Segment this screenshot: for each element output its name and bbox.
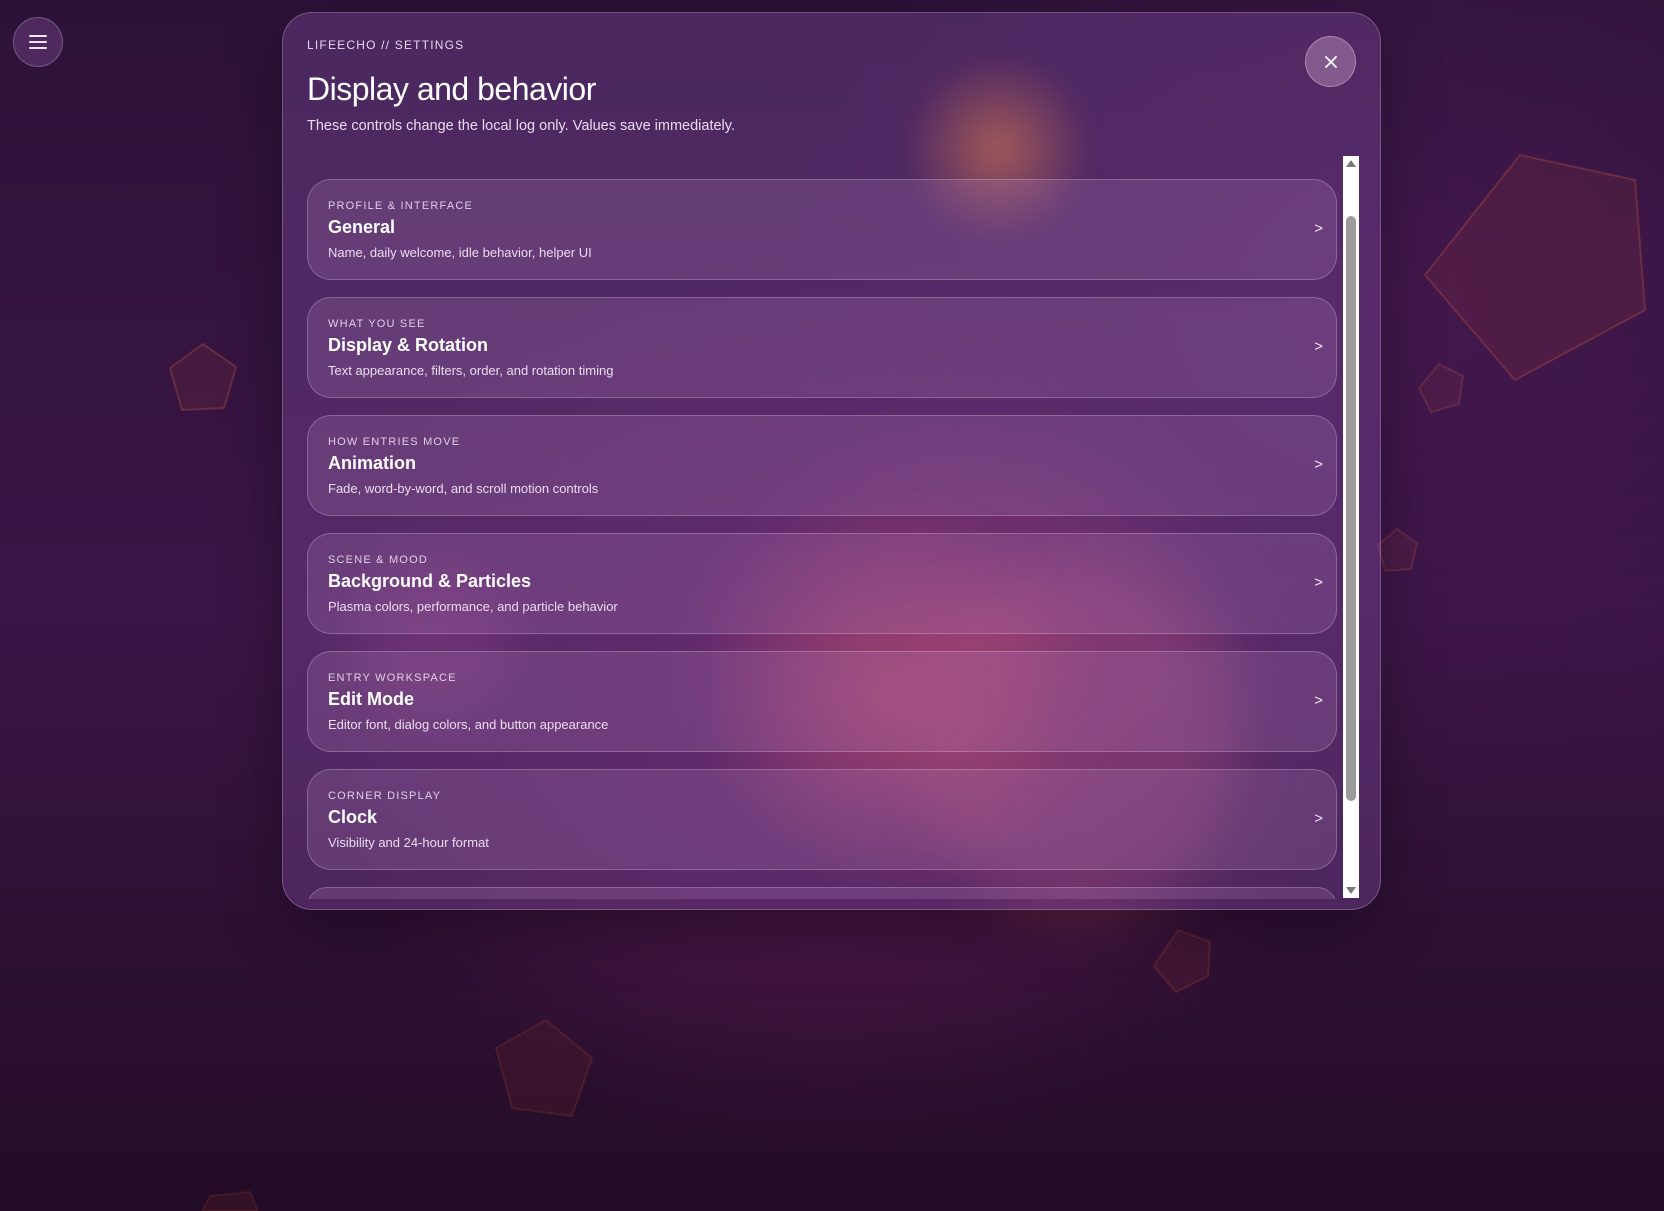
close-button[interactable]	[1305, 36, 1356, 87]
scroll-down-arrow-icon[interactable]	[1346, 887, 1356, 894]
section-title: General	[328, 217, 396, 237]
section-description: Plasma colors, performance, and particle…	[328, 599, 618, 614]
section-card-background-particles[interactable]: SCENE & MOOD Background & Particles Plas…	[307, 533, 1337, 634]
particle-pentagon	[1376, 527, 1419, 573]
section-title: Edit Mode	[328, 689, 414, 709]
particle-pentagon	[1152, 928, 1212, 994]
chevron-right-icon: >	[1314, 574, 1323, 591]
scroll-up-arrow-icon[interactable]	[1346, 160, 1356, 167]
particle-pentagon	[1417, 362, 1465, 414]
page-title: Display and behavior	[307, 71, 596, 107]
settings-scrollbar[interactable]	[1343, 156, 1359, 898]
menu-button[interactable]	[13, 17, 63, 67]
section-title: Clock	[328, 807, 378, 827]
settings-panel: LIFEECHO // SETTINGS Display and behavio…	[282, 12, 1381, 910]
section-kicker: CORNER DISPLAY	[328, 790, 442, 802]
section-kicker: ENTRY WORKSPACE	[328, 672, 457, 684]
section-title: Animation	[328, 453, 416, 473]
scrollbar-thumb[interactable]	[1346, 216, 1356, 801]
section-card-edit-mode[interactable]: ENTRY WORKSPACE Edit Mode Editor font, d…	[307, 651, 1337, 752]
settings-breadcrumb: LIFEECHO // SETTINGS	[307, 38, 465, 52]
section-title: Display & Rotation	[328, 335, 489, 355]
section-kicker: SCENE & MOOD	[328, 554, 428, 566]
hamburger-menu-icon	[29, 35, 47, 49]
particle-pentagon	[1423, 153, 1647, 382]
section-kicker: PROFILE & INTERFACE	[328, 200, 474, 212]
section-kicker: HOW ENTRIES MOVE	[328, 436, 461, 448]
section-description: Visibility and 24-hour format	[328, 835, 489, 850]
section-kicker: WHAT YOU SEE	[328, 318, 426, 330]
section-title: Background & Particles	[328, 571, 532, 591]
section-description: Text appearance, filters, order, and rot…	[328, 363, 614, 378]
section-card-next[interactable]	[307, 887, 1337, 899]
chevron-right-icon: >	[1314, 338, 1323, 355]
section-card-clock[interactable]: CORNER DISPLAY Clock Visibility and 24-h…	[307, 769, 1337, 870]
settings-section-list: PROFILE & INTERFACE General Name, daily …	[307, 166, 1337, 899]
chevron-right-icon: >	[1314, 456, 1323, 473]
particle-pentagon	[200, 1190, 260, 1211]
particle-pentagon	[168, 342, 238, 412]
section-description: Editor font, dialog colors, and button a…	[328, 717, 609, 732]
chevron-right-icon: >	[1314, 810, 1323, 827]
particle-pentagon	[494, 1018, 594, 1118]
section-card-general[interactable]: PROFILE & INTERFACE General Name, daily …	[307, 179, 1337, 280]
section-description: Fade, word-by-word, and scroll motion co…	[328, 481, 599, 496]
section-card-animation[interactable]: HOW ENTRIES MOVE Animation Fade, word-by…	[307, 415, 1337, 516]
page-subtitle: These controls change the local log only…	[307, 118, 735, 134]
section-description: Name, daily welcome, idle behavior, help…	[328, 245, 592, 260]
section-card-display-rotation[interactable]: WHAT YOU SEE Display & Rotation Text app…	[307, 297, 1337, 398]
chevron-right-icon: >	[1314, 692, 1323, 709]
close-icon	[1324, 55, 1337, 68]
chevron-right-icon: >	[1314, 220, 1323, 237]
